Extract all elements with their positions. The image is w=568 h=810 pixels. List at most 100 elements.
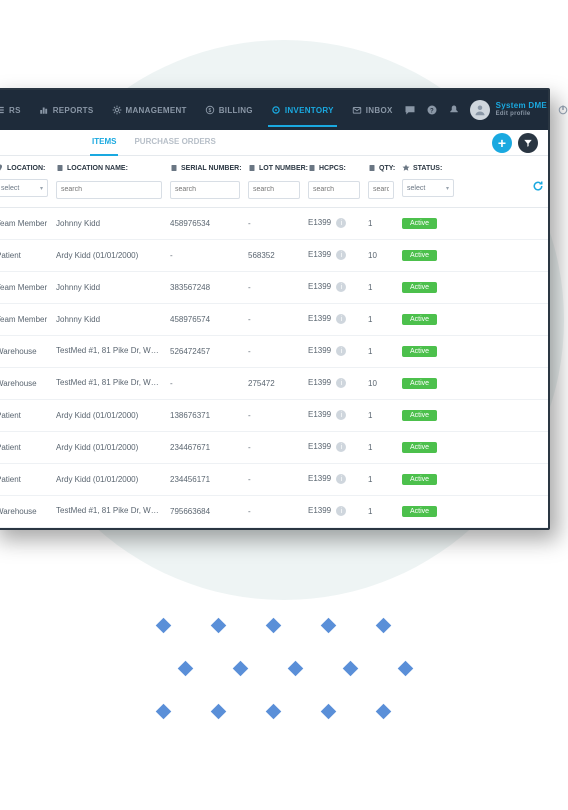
cell-hcpcs: E1399 i	[304, 495, 364, 527]
cell-location-name: Ardy Kidd (01/01/2000)	[52, 463, 166, 495]
gear-icon	[112, 105, 122, 115]
nav-item-management[interactable]: MANAGEMENT	[109, 93, 190, 127]
cell-lot: -	[244, 399, 304, 431]
table-row[interactable]: PatientArdy Kidd (01/01/2000)234456171-E…	[0, 463, 548, 495]
cell-serial: 383567248	[166, 271, 244, 303]
info-icon[interactable]: i	[164, 346, 166, 356]
cell-location-name: Ardy Kidd (01/01/2000)	[52, 431, 166, 463]
col-lot[interactable]: LOT NUMBER:	[244, 156, 304, 176]
info-icon[interactable]: i	[336, 410, 346, 420]
cell-hcpcs: E1399 i	[304, 207, 364, 239]
status-badge: Active	[402, 378, 437, 389]
doc-icon	[56, 164, 64, 172]
cell-location: Warehouse	[0, 495, 52, 527]
status-badge: Active	[402, 410, 437, 421]
sub-tabs: ITEMS PURCHASE ORDERS +	[0, 130, 548, 156]
cell-location-name: TestMed #1, 81 Pike Dr, W… i	[52, 495, 166, 527]
table-row[interactable]: WarehouseTestMed #1, 81 Pike Dr, W… i-27…	[0, 367, 548, 399]
inventory-table: LOCATION: LOCATION NAME: SERIAL NUMBER: …	[0, 156, 548, 528]
nav-label: INVENTORY	[285, 106, 334, 115]
nav-label: RS	[9, 106, 21, 115]
info-icon[interactable]: i	[164, 506, 166, 516]
cell-location: Team Member	[0, 303, 52, 335]
status-badge: Active	[402, 218, 437, 229]
table-row[interactable]: PatientArdy Kidd (01/01/2000)-568352E139…	[0, 239, 548, 271]
filter-qty[interactable]	[368, 181, 394, 199]
info-icon[interactable]: i	[336, 474, 346, 484]
nav-item-billing[interactable]: $ BILLING	[202, 93, 256, 127]
bell-icon[interactable]	[448, 104, 460, 116]
filter-status[interactable]: select▾	[402, 179, 454, 197]
cell-hcpcs: E1399 i	[304, 463, 364, 495]
filter-lot[interactable]	[248, 181, 300, 199]
info-icon[interactable]: i	[336, 314, 346, 324]
info-icon[interactable]: i	[336, 378, 346, 388]
chat-icon[interactable]	[404, 104, 416, 116]
info-icon[interactable]: i	[336, 346, 346, 356]
info-icon[interactable]: i	[336, 250, 346, 260]
cell-status: Active	[398, 239, 458, 271]
doc-icon	[308, 164, 316, 172]
info-icon[interactable]: i	[336, 442, 346, 452]
nav-item-inventory[interactable]: INVENTORY	[268, 93, 337, 127]
nav-menu: RS REPORTS MANAGEMENT $ BILLING INVENTOR…	[0, 93, 396, 127]
cell-hcpcs: E1399 i	[304, 431, 364, 463]
filter-location[interactable]: select▾	[0, 179, 48, 197]
cell-qty: 1	[364, 399, 398, 431]
info-icon[interactable]: i	[336, 218, 346, 228]
doc-icon	[368, 164, 376, 172]
cell-lot: -	[244, 335, 304, 367]
tab-purchase-orders[interactable]: PURCHASE ORDERS	[132, 129, 217, 156]
nav-item-inbox[interactable]: INBOX	[349, 93, 396, 127]
filter-hcpcs[interactable]	[308, 181, 360, 199]
col-location[interactable]: LOCATION:	[0, 156, 52, 176]
col-status[interactable]: STATUS:	[398, 156, 458, 176]
filter-location-name[interactable]	[56, 181, 162, 199]
edit-profile-link[interactable]: Edit profile	[496, 111, 547, 118]
user-name: System DME	[496, 102, 547, 111]
pin-icon	[0, 164, 4, 172]
logout-icon[interactable]	[557, 104, 568, 116]
col-hcpcs[interactable]: HCPCS:	[304, 156, 364, 176]
col-location-name[interactable]: LOCATION NAME:	[52, 156, 166, 176]
cell-serial: 234456171	[166, 463, 244, 495]
nav-item-reports[interactable]: REPORTS	[36, 93, 97, 127]
refresh-button[interactable]	[532, 179, 544, 196]
chevron-down-icon: ▾	[446, 185, 449, 192]
status-badge: Active	[402, 250, 437, 261]
table-row[interactable]: WarehouseTestMed #1, 81 Pike Dr, W… i795…	[0, 495, 548, 527]
cell-hcpcs: E1399 i	[304, 271, 364, 303]
user-block[interactable]: System DME Edit profile	[470, 100, 547, 120]
info-icon[interactable]: i	[336, 506, 346, 516]
cell-location-name: Ardy Kidd (01/01/2000)	[52, 239, 166, 271]
col-serial[interactable]: SERIAL NUMBER:	[166, 156, 244, 176]
help-icon[interactable]: ?	[426, 104, 438, 116]
cell-qty: 1	[364, 207, 398, 239]
cell-status: Active	[398, 303, 458, 335]
chevron-down-icon: ▾	[40, 185, 43, 192]
cell-qty: 1	[364, 431, 398, 463]
table-row[interactable]: PatientArdy Kidd (01/01/2000)234467671-E…	[0, 431, 548, 463]
status-badge: Active	[402, 474, 437, 485]
table-row[interactable]: WarehouseTestMed #1, 81 Pike Dr, W… i526…	[0, 335, 548, 367]
info-icon[interactable]: i	[164, 378, 166, 388]
cell-lot: 568352	[244, 239, 304, 271]
cell-location-name: TestMed #1, 81 Pike Dr, W… i	[52, 367, 166, 399]
cell-location: Patient	[0, 239, 52, 271]
nav-item-rs[interactable]: RS	[0, 93, 24, 127]
cell-location: Patient	[0, 399, 52, 431]
table-row[interactable]: Team MemberJohnny Kidd458976574-E1399 i1…	[0, 303, 548, 335]
table-row[interactable]: PatientArdy Kidd (01/01/2000)138676371-E…	[0, 399, 548, 431]
tab-items[interactable]: ITEMS	[90, 129, 118, 156]
table-row[interactable]: Team MemberJohnny Kidd458976534-E1399 i1…	[0, 207, 548, 239]
table-row[interactable]: Team MemberJohnny Kidd383567248-E1399 i1…	[0, 271, 548, 303]
info-icon[interactable]: i	[336, 282, 346, 292]
filter-serial[interactable]	[170, 181, 240, 199]
fab-row: +	[492, 133, 538, 153]
cell-hcpcs: E1399 i	[304, 239, 364, 271]
cell-lot: -	[244, 463, 304, 495]
col-qty[interactable]: QTY:	[364, 156, 398, 176]
add-button[interactable]: +	[492, 133, 512, 153]
table-header-row: LOCATION: LOCATION NAME: SERIAL NUMBER: …	[0, 156, 548, 176]
filter-button[interactable]	[518, 133, 538, 153]
